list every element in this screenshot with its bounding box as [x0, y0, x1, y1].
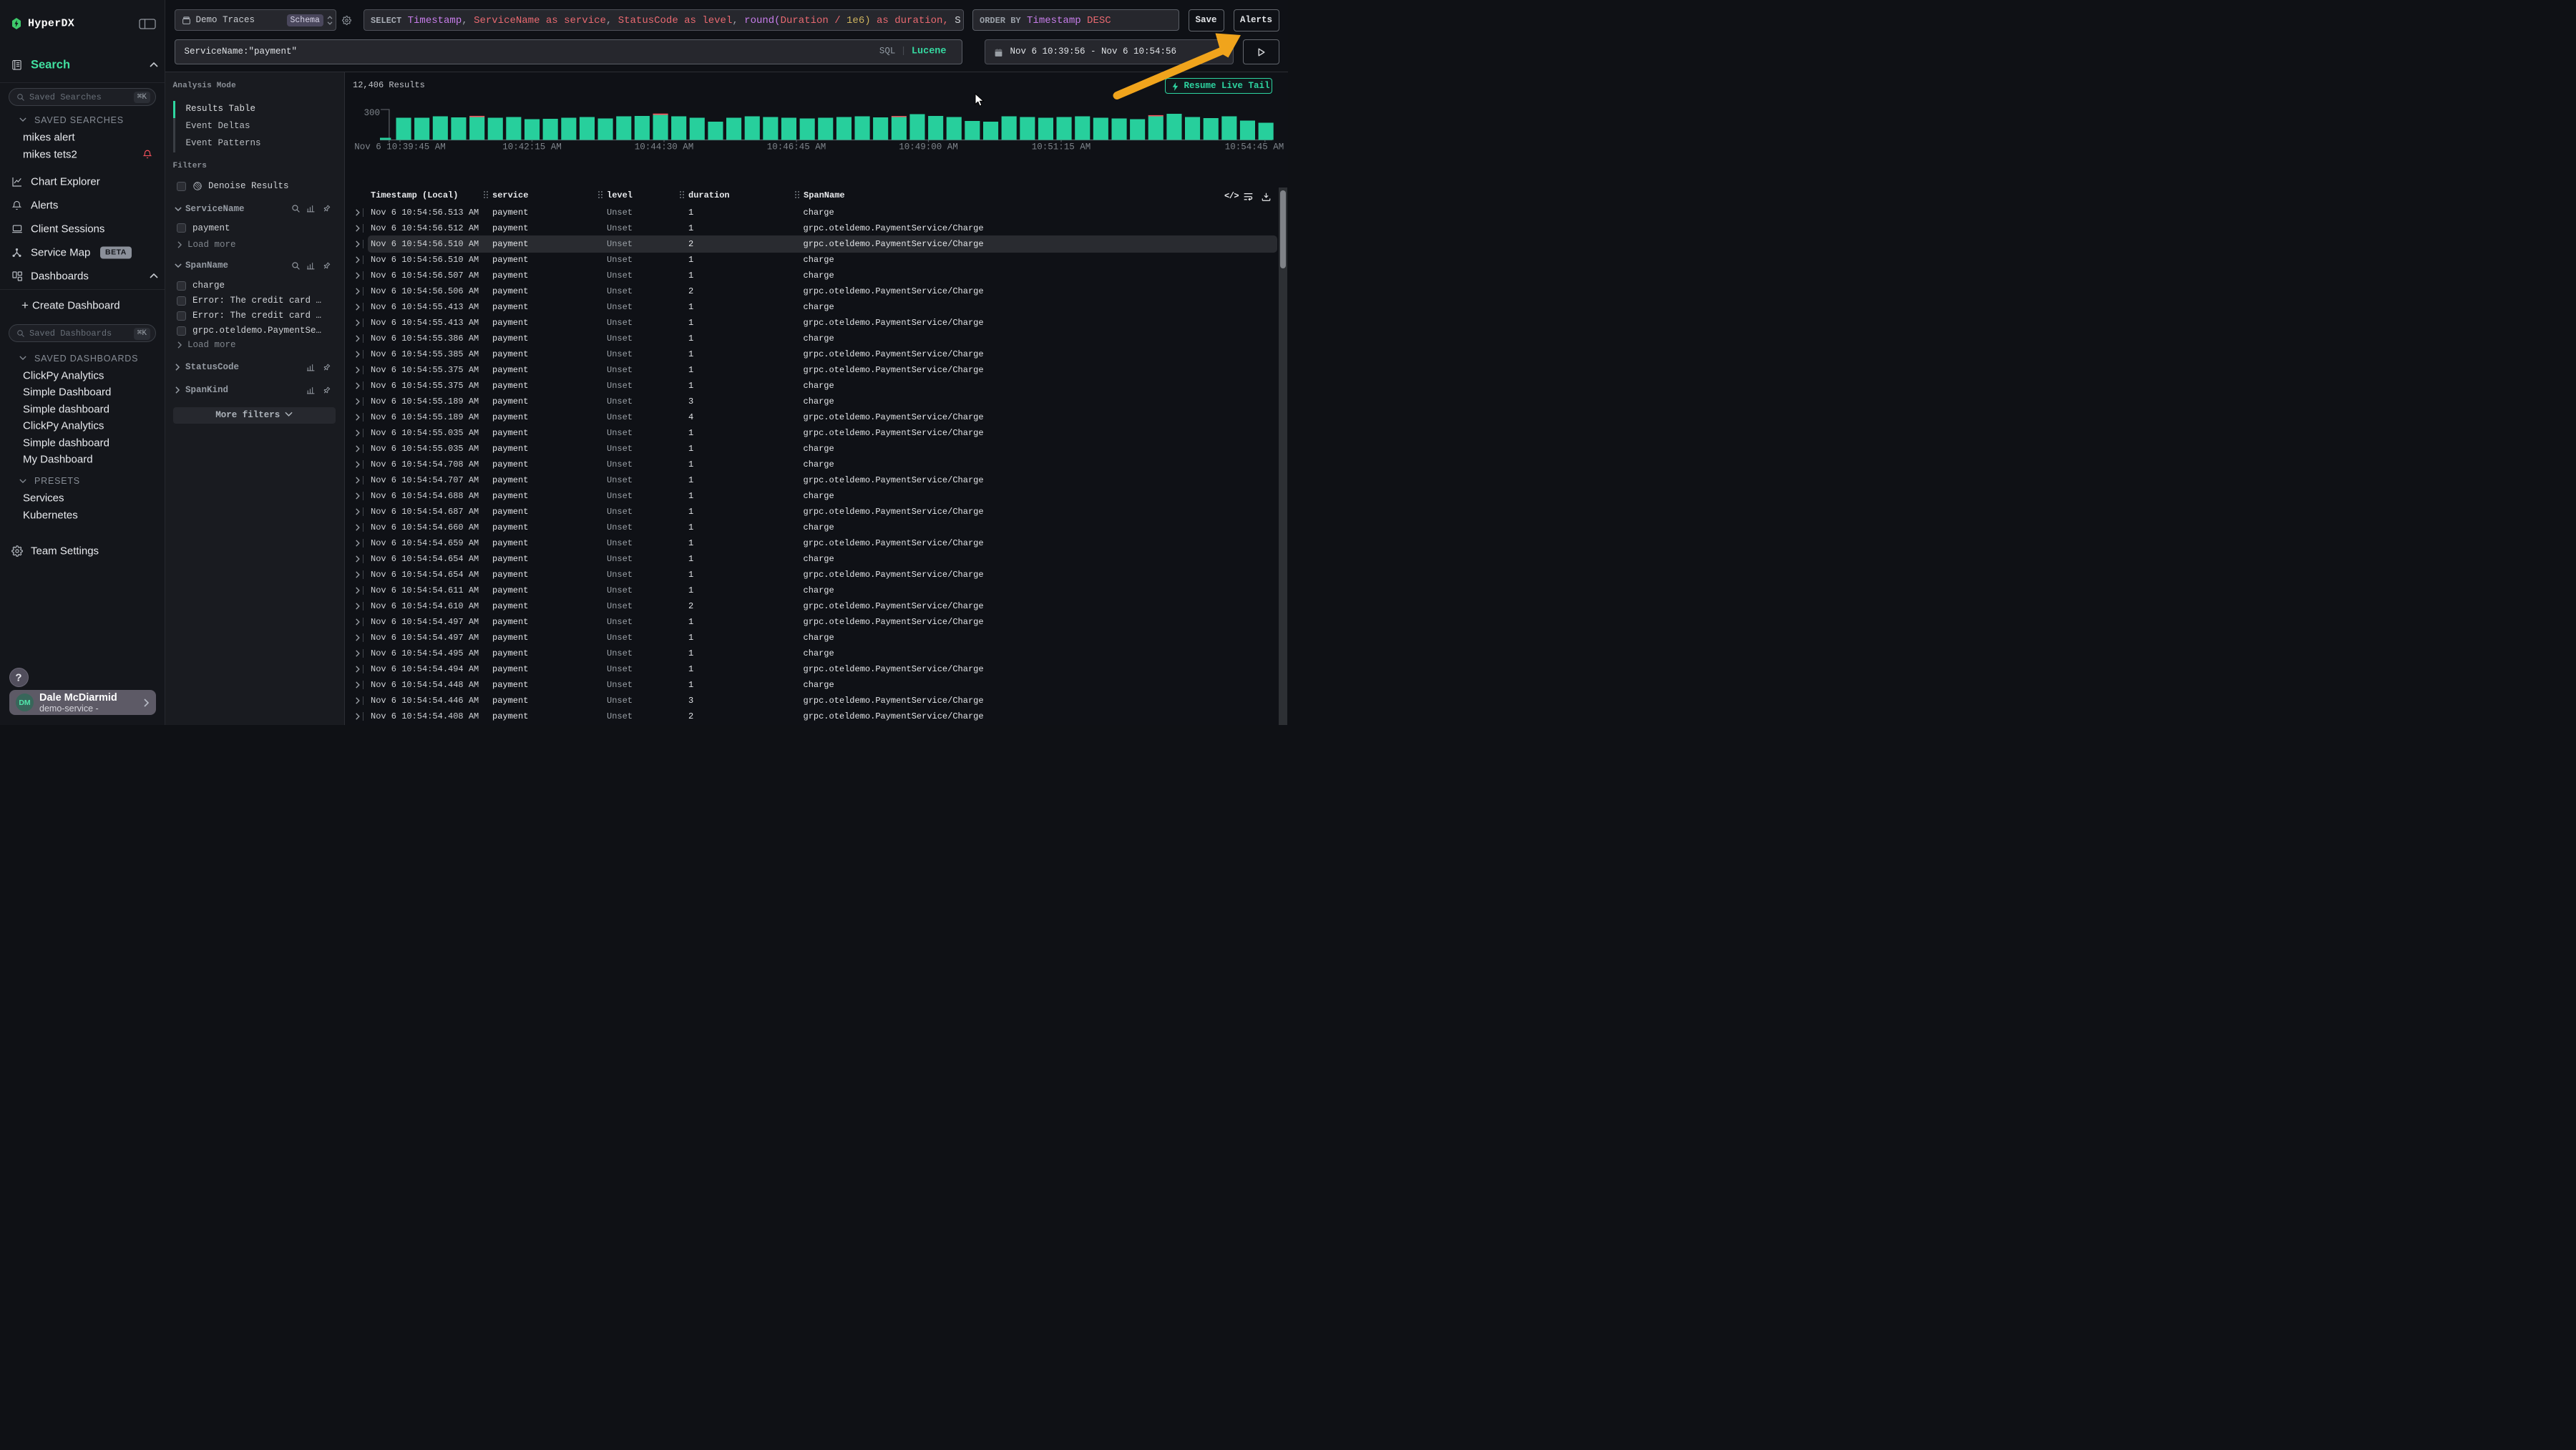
svg-text:10:42:15 AM: 10:42:15 AM: [502, 142, 562, 152]
svg-text:300: 300: [364, 108, 380, 118]
svg-text:10:49:00 AM: 10:49:00 AM: [899, 142, 958, 152]
svg-text:10:51:15 AM: 10:51:15 AM: [1032, 142, 1091, 152]
svg-text:10:46:45 AM: 10:46:45 AM: [767, 142, 826, 152]
svg-text:10:54:45 AM: 10:54:45 AM: [1225, 142, 1284, 152]
svg-text:Nov 6 10:39:45 AM: Nov 6 10:39:45 AM: [354, 142, 446, 152]
svg-text:10:44:30 AM: 10:44:30 AM: [635, 142, 694, 152]
